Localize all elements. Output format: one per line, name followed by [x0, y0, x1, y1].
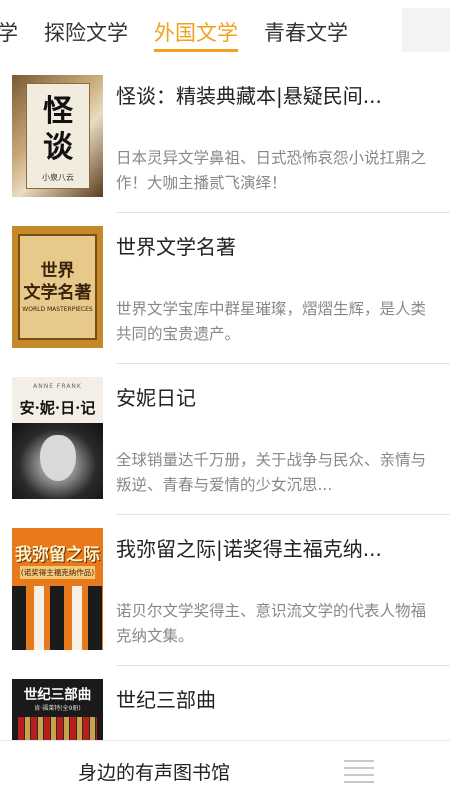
list-item[interactable]: 我弥留之际 (诺奖得主福克纳作品) 我弥留之际|诺奖得主福克纳... 诺贝尔文学…: [0, 515, 450, 666]
list-item[interactable]: 世界 文学名著 WORLD MASTERPIECES 世界文学名著 世界文学宝库…: [0, 213, 450, 364]
cover-subtitle: WORLD MASTERPIECES: [22, 306, 93, 313]
app-root: 文学 探险文学 外国文学 青春文学 怪 谈 小泉八云: [0, 0, 450, 800]
cover-panel: 怪 谈 小泉八云: [26, 83, 90, 189]
list-item[interactable]: 世纪三部曲 肯·福莱特(全9册) 世纪三部曲: [0, 666, 450, 740]
menu-icon[interactable]: [344, 759, 374, 783]
book-description: 世界文学宝库中群星璀璨，熠熠生辉，是人类共同的宝贵遗产。: [116, 300, 427, 343]
category-tabs: 文学 探险文学 外国文学 青春文学: [0, 0, 450, 62]
list-item[interactable]: 怪 谈 小泉八云 怪谈：精装典藏本|悬疑民间... 日本灵异文学鼻祖、日式恐怖哀…: [0, 62, 450, 213]
tab-strip: 文学 探险文学 外国文学 青春文学: [0, 0, 374, 62]
tab-label: 青春文学: [264, 21, 348, 45]
cover-pattern: [12, 586, 103, 650]
menu-icon-line: [344, 767, 374, 769]
bottom-bar: 身边的有声图书馆: [0, 740, 450, 800]
menu-icon-line: [344, 774, 374, 776]
tab-adventure-literature[interactable]: 探险文学: [44, 0, 128, 62]
active-tab-indicator: [154, 49, 238, 52]
cover-title: 安·妮·日·记: [19, 399, 96, 417]
menu-icon-line: [344, 760, 374, 762]
cover-title: 我弥留之际: [15, 545, 100, 565]
menu-icon-line: [344, 781, 374, 783]
book-title: 世界文学名著: [116, 235, 236, 259]
cover-title: 文学名著: [23, 283, 92, 303]
tabs-overflow-fade: [402, 8, 450, 52]
tab-youth-literature[interactable]: 青春文学: [264, 0, 348, 62]
cover-subtitle: (诺奖得主福克纳作品): [20, 566, 95, 579]
book-description: 诺贝尔文学奖得主、意识流文学的代表人物福克纳文集。: [116, 602, 427, 645]
tab-label: 文学: [0, 21, 18, 45]
book-cover: ANNE FRANK 安·妮·日·记: [12, 377, 103, 499]
tab-label: 探险文学: [44, 21, 128, 45]
book-description: 日本灵异文学鼻祖、日式恐怖哀怨小说扛鼎之作！大咖主播贰飞演绎！: [116, 149, 427, 192]
tab-label: 外国文学: [154, 21, 238, 45]
cover-subtitle: 小泉八云: [42, 173, 74, 182]
book-title: 世纪三部曲: [116, 688, 216, 712]
book-title: 我弥留之际|诺奖得主福克纳...: [116, 537, 382, 561]
cover-book-stack: [18, 717, 97, 740]
book-title: 怪谈：精装典藏本|悬疑民间...: [116, 84, 382, 108]
tab-wenxue[interactable]: 文学: [0, 0, 18, 62]
list-item[interactable]: ANNE FRANK 安·妮·日·记 安妮日记 全球销量达千万册，关于战争与民众…: [0, 364, 450, 515]
bottom-bar-title[interactable]: 身边的有声图书馆: [78, 741, 230, 800]
book-title: 安妮日记: [116, 386, 196, 410]
book-cover: 我弥留之际 (诺奖得主福克纳作品): [12, 528, 103, 650]
book-description: 全球销量达千万册，关于战争与民众、亲情与叛逆、青春与爱情的少女沉思...: [116, 451, 427, 494]
book-cover: 世纪三部曲 肯·福莱特(全9册): [12, 679, 103, 740]
book-cover: 怪 谈 小泉八云: [12, 75, 103, 197]
cover-subtitle: ANNE FRANK: [33, 383, 82, 390]
cover-subtitle: 肯·福莱特(全9册): [34, 705, 81, 712]
cover-title: 世纪三部曲: [23, 687, 92, 703]
cover-title: 谈: [43, 130, 73, 165]
cover-portrait: [40, 435, 76, 481]
book-cover: 世界 文学名著 WORLD MASTERPIECES: [12, 226, 103, 348]
book-list[interactable]: 怪 谈 小泉八云 怪谈：精装典藏本|悬疑民间... 日本灵异文学鼻祖、日式恐怖哀…: [0, 62, 450, 740]
cover-frame: 世界 文学名著 WORLD MASTERPIECES: [18, 234, 97, 340]
tab-foreign-literature[interactable]: 外国文学: [154, 0, 238, 62]
